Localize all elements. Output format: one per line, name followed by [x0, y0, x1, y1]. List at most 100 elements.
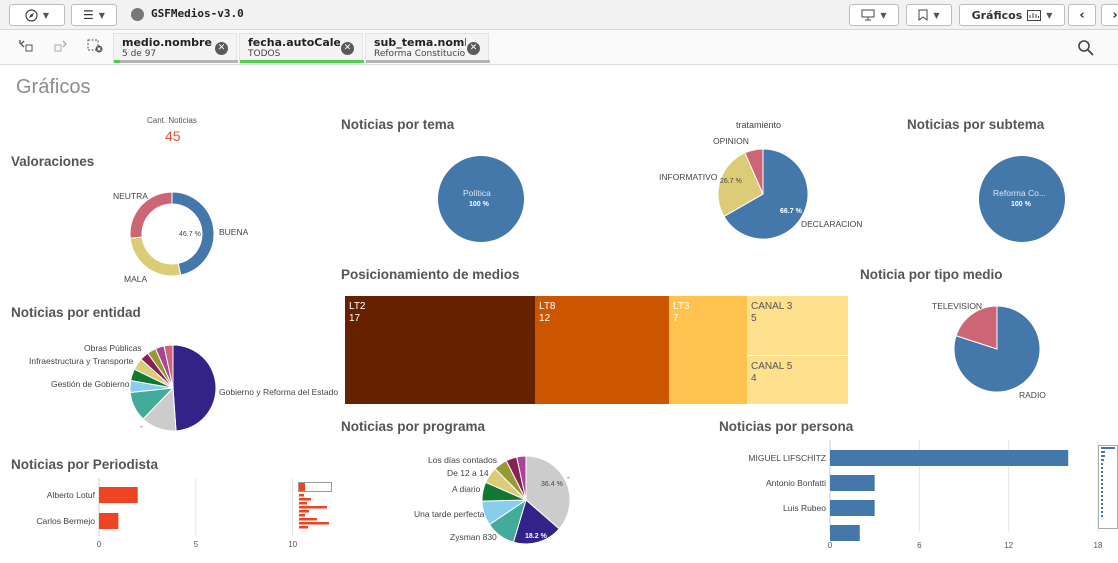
category-label: Luis Rubeo	[783, 503, 826, 513]
compass-icon	[25, 8, 38, 22]
treemap-cell-canal5[interactable]: CANAL 5 4	[747, 356, 848, 404]
subtema-pie-chart[interactable]	[978, 155, 1066, 243]
data-label: 100 %	[1011, 201, 1031, 208]
pie-slice-pol-tica[interactable]	[437, 156, 524, 242]
data-label: RADIO	[1019, 390, 1046, 400]
next-sheet-button[interactable]: ›	[1101, 4, 1118, 26]
data-label: A diario	[452, 484, 481, 494]
treemap-cell-lt8[interactable]: LT8 12	[535, 296, 669, 404]
tipo-medio-pie-chart[interactable]	[953, 304, 1041, 394]
clear-all-selections-button[interactable]	[86, 39, 104, 55]
periodista-scroll-minimap[interactable]	[298, 482, 332, 530]
x-tick-label: 18	[1094, 541, 1103, 550]
clear-selection-icon[interactable]: ✕	[341, 42, 354, 55]
bar[interactable]	[99, 487, 138, 503]
data-label: NEUTRA	[113, 191, 148, 201]
data-label: -	[140, 421, 143, 431]
x-tick-label: 0	[828, 541, 833, 550]
bar[interactable]	[830, 475, 875, 491]
data-label: DECLARACION	[801, 219, 863, 229]
data-label: MALA	[124, 274, 148, 284]
data-label: INFORMATIVO	[659, 172, 718, 182]
entidad-pie-chart[interactable]	[129, 343, 217, 432]
data-label: Gobierno y Reforma del Estado	[219, 387, 339, 397]
data-label: BUENA	[219, 227, 249, 237]
bar-chart-icon	[1027, 9, 1042, 21]
category-label: MIGUEL LIFSCHITZ	[748, 453, 826, 463]
chevron-down-icon: ▼	[1046, 10, 1053, 20]
selection-chip-subtema[interactable]: sub_tema.nombre Reforma Constitucio... ✕	[365, 33, 490, 63]
treemap-label: LT8	[539, 301, 556, 312]
bookmarks-button[interactable]: ▼	[906, 4, 952, 26]
step-forward-button[interactable]	[52, 39, 70, 55]
treemap-cell-lt3[interactable]: LT3 7	[669, 296, 747, 404]
data-label: Gestión de Gobierno	[51, 379, 130, 389]
data-label: Los días contados	[428, 455, 497, 465]
bar[interactable]	[830, 500, 875, 516]
data-label: -	[567, 472, 570, 482]
data-label: 36.4 %	[541, 481, 563, 488]
persona-bar-chart[interactable]: 0 6 12 18 MIGUEL LIFSCHITZ Antonio Bonfatti Lu…	[700, 440, 1110, 560]
bar[interactable]	[830, 525, 860, 541]
treemap-label: CANAL 3	[751, 301, 793, 312]
treemap-value: 12	[539, 313, 551, 324]
category-label: Antonio Bonfatti	[766, 478, 826, 488]
valoraciones-donut-chart[interactable]	[129, 191, 215, 277]
clear-selection-icon[interactable]: ✕	[467, 42, 480, 55]
pie-slice-mala[interactable]	[129, 236, 182, 277]
navigation-menu-button[interactable]: ▼	[9, 4, 65, 26]
bookmark-icon	[918, 9, 928, 21]
category-label: Alberto Lotuf	[47, 490, 96, 500]
pie-slice-reforma-co-[interactable]	[978, 156, 1065, 242]
clear-selections-icon	[87, 39, 103, 53]
selection-value: 5 de 97	[122, 49, 157, 59]
x-tick-label: 10	[288, 540, 297, 549]
selection-field-name: sub_tema.nombre	[374, 36, 466, 49]
selection-chip-fecha[interactable]: fecha.autoCale... TODOS ✕	[239, 33, 364, 63]
bar[interactable]	[99, 513, 119, 529]
treemap-value: 4	[751, 373, 757, 384]
step-back-button[interactable]	[17, 39, 35, 55]
periodista-bar-chart[interactable]: 0 5 10 Alberto Lotuf Carlos Bermejo	[0, 478, 340, 558]
x-tick-label: 0	[97, 540, 102, 549]
treemap-cell-lt2[interactable]: LT2 17	[345, 296, 535, 404]
data-label: De 12 a 14	[447, 468, 489, 478]
sheet-menu-button[interactable]: Gráficos ▼	[959, 4, 1065, 26]
tratamiento-pie-chart[interactable]	[717, 145, 809, 243]
data-label: 26.7 %	[720, 178, 742, 185]
search-icon[interactable]	[1077, 39, 1095, 57]
app-icon	[131, 8, 144, 21]
sheet-label: Gráficos	[971, 8, 1023, 22]
toolbar: ▼ ☰ ▼ GSFMedios-v3.0 ▼ ▼ Gráficos ▼ ‹ ›	[0, 0, 1118, 30]
panel-title-subtema: Noticias por subtema	[907, 117, 1045, 132]
data-label: 100 %	[469, 201, 489, 208]
bar[interactable]	[830, 450, 1069, 466]
selection-value: TODOS	[248, 49, 281, 59]
pie-slice-gobierno-y-reforma-del-estado[interactable]	[172, 344, 217, 432]
persona-scroll-minimap[interactable]	[1098, 445, 1118, 529]
selection-chip-medio[interactable]: medio.nombre 5 de 97 ✕	[113, 33, 238, 63]
panel-title-tratamiento: tratamiento	[736, 120, 782, 130]
selection-value: Reforma Constitucio...	[374, 49, 466, 59]
selection-state-bar	[240, 60, 364, 63]
chevron-down-icon: ▼	[933, 10, 940, 20]
previous-sheet-button[interactable]: ‹	[1068, 4, 1096, 26]
tema-pie-chart[interactable]	[437, 155, 525, 243]
panel-title-valoraciones: Valoraciones	[11, 154, 95, 169]
chevron-down-icon: ▼	[98, 10, 105, 20]
story-mode-button[interactable]: ▼	[849, 4, 899, 26]
data-label: Reforma Co...	[993, 188, 1046, 198]
data-label: Política	[463, 188, 491, 198]
clear-selection-icon[interactable]: ✕	[215, 42, 228, 55]
x-tick-label: 6	[917, 541, 922, 550]
kpi-value: 45	[165, 128, 181, 144]
treemap-cell-canal3[interactable]: CANAL 3 5	[747, 296, 848, 356]
treemap-value: 17	[349, 313, 361, 324]
data-label: Zysman 830	[450, 532, 497, 542]
data-label: TELEVISION	[932, 301, 983, 311]
chevron-right-icon: ›	[1112, 7, 1118, 23]
treemap-value: 5	[751, 313, 757, 324]
step-back-icon	[19, 40, 33, 52]
treemap-label: LT3	[673, 301, 690, 312]
global-menu-button[interactable]: ☰ ▼	[71, 4, 117, 26]
